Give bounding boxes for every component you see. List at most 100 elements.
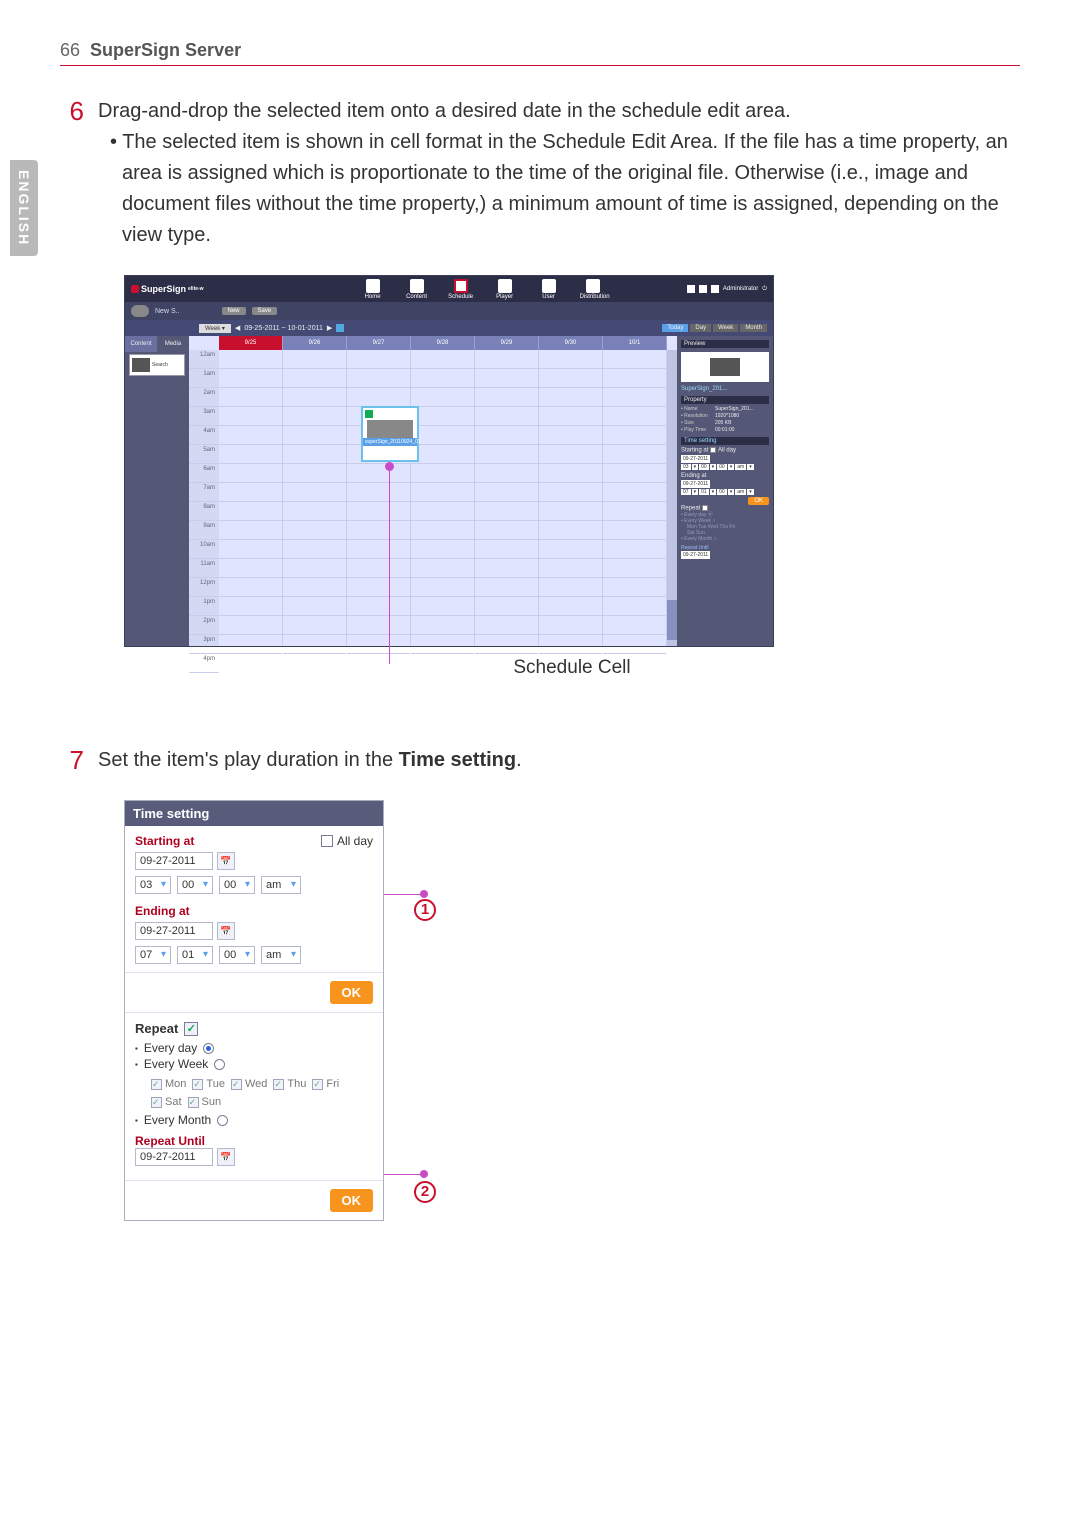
nav-distribution[interactable]: Distribution <box>580 279 606 300</box>
tab-content[interactable]: Content <box>125 336 157 352</box>
panel-header: Time setting <box>125 801 383 826</box>
allday-checkbox[interactable] <box>321 835 333 847</box>
time-axis: 12am1am2am 3am4am5am 6am7am8am 9am10am11… <box>189 350 219 646</box>
repeat-label: Repeat <box>135 1021 178 1036</box>
start-hour-select[interactable]: 03▾ <box>135 876 171 894</box>
end-sec-select[interactable]: 00▾ <box>219 946 255 964</box>
start-date-input[interactable]: 09-27-2011 <box>681 455 710 463</box>
chevron-down-icon: ▾ <box>245 879 250 891</box>
repeat-checkbox[interactable] <box>702 505 708 511</box>
calendar-icon[interactable] <box>336 324 344 332</box>
day-mon-checkbox[interactable]: ✓ <box>151 1079 162 1090</box>
logout-icon[interactable]: ⏻ <box>762 286 767 293</box>
step-text: Drag-and-drop the selected item onto a d… <box>98 96 1020 127</box>
step-text-bold: Time setting <box>399 749 516 771</box>
today-button[interactable]: Today <box>662 324 688 332</box>
thumbnail-icon <box>132 358 150 372</box>
everymonth-radio[interactable] <box>217 1115 228 1126</box>
nav-content[interactable]: Content <box>404 279 430 300</box>
calendar-icon[interactable]: 📅 <box>217 852 235 870</box>
settings-icon[interactable] <box>711 285 719 293</box>
allday-label: All day <box>337 834 373 848</box>
scrollbar[interactable] <box>667 350 677 646</box>
preview-name: SuperSign_201... <box>681 386 769 392</box>
cell-thumbnail <box>367 420 413 438</box>
nav-player[interactable]: Player <box>492 279 518 300</box>
end-hour-select[interactable]: 07▾ <box>135 946 171 964</box>
nav-schedule[interactable]: Schedule <box>448 279 474 300</box>
property-header: Property <box>681 396 769 404</box>
view-icon[interactable] <box>687 285 695 293</box>
day-button[interactable]: Day <box>690 324 711 332</box>
chevron-down-icon: ▾ <box>161 949 166 961</box>
tools-icon[interactable] <box>699 285 707 293</box>
chevron-down-icon: ▾ <box>161 879 166 891</box>
schedule-grid[interactable]: 9/259/26 9/279/28 9/299/30 10/1 superSig… <box>219 350 667 646</box>
ok-button[interactable]: OK <box>330 981 374 1004</box>
chevron-down-icon: ▾ <box>245 949 250 961</box>
day-sat-checkbox[interactable]: ✓ <box>151 1097 162 1108</box>
start-sec-select[interactable]: 00▾ <box>219 876 255 894</box>
start-time-select[interactable]: 03▾00▾00▾am▾ <box>681 464 754 470</box>
start-date-input[interactable]: 09-27-2011 <box>135 852 213 870</box>
repeat-until-date[interactable]: 09-27-2011 <box>135 1148 213 1166</box>
cell-label: superSign_20110924_01 <box>363 438 417 446</box>
calendar-icon[interactable]: 📅 <box>217 922 235 940</box>
week-button[interactable]: Week <box>713 324 738 332</box>
everyday-radio[interactable] <box>203 1043 214 1054</box>
step-6: 6 Drag-and-drop the selected item onto a… <box>60 96 1020 251</box>
end-ampm-select[interactable]: am▾ <box>261 946 301 964</box>
date-range: 09-25-2011 ~ 10-01-2011 <box>244 325 323 332</box>
next-icon[interactable]: ▶ <box>327 324 332 332</box>
chevron-down-icon: ▾ <box>203 879 208 891</box>
page-title: SuperSign Server <box>90 40 241 61</box>
schedule-cell[interactable]: superSign_20110924_01 <box>361 406 419 462</box>
end-date-input[interactable]: 09-27-2011 <box>681 480 710 488</box>
screenshot-caption: Schedule Cell <box>124 657 1020 679</box>
nav-home[interactable]: Home <box>360 279 386 300</box>
day-thu-checkbox[interactable]: ✓ <box>273 1079 284 1090</box>
step-number: 7 <box>60 745 84 776</box>
month-button[interactable]: Month <box>740 324 767 332</box>
content-item[interactable]: Search <box>129 354 185 376</box>
repeat-until-label: Repeat Until <box>135 1134 373 1148</box>
callout-line <box>389 464 390 664</box>
repeat-checkbox[interactable]: ✓ <box>184 1022 198 1036</box>
start-ampm-select[interactable]: am▾ <box>261 876 301 894</box>
end-min-select[interactable]: 01▾ <box>177 946 213 964</box>
end-time-select[interactable]: 07▾01▾00▾am▾ <box>681 489 754 495</box>
time-setting-panel: Time setting Starting at All day 09-27-2… <box>124 800 384 1221</box>
save-button[interactable]: Save <box>252 307 278 315</box>
view-dropdown[interactable]: Week ▾ <box>199 324 231 333</box>
new-button[interactable]: New <box>222 307 246 315</box>
schedule-editor-screenshot: SuperSignelite-w Home Content Schedule P… <box>124 275 774 647</box>
day-wed-checkbox[interactable]: ✓ <box>231 1079 242 1090</box>
everyday-label: Every day <box>144 1041 197 1055</box>
nav-user[interactable]: User <box>536 279 562 300</box>
day-sun-checkbox[interactable]: ✓ <box>188 1097 199 1108</box>
preview-image <box>681 352 769 382</box>
allday-checkbox[interactable] <box>710 447 716 453</box>
everyweek-label: Every Week <box>144 1057 208 1071</box>
chevron-down-icon: ▾ <box>203 949 208 961</box>
calendar-icon[interactable]: 📅 <box>217 1148 235 1166</box>
callout-1: 1 <box>414 899 436 921</box>
page-number: 66 <box>60 40 80 61</box>
schedule-icon <box>454 279 468 293</box>
end-date-input[interactable]: 09-27-2011 <box>135 922 213 940</box>
ok-button-2[interactable]: OK <box>330 1189 374 1212</box>
ok-button[interactable]: OK <box>748 497 769 505</box>
tab-media[interactable]: Media <box>157 336 189 352</box>
page-header: 66 SuperSign Server <box>60 40 1020 66</box>
timesetting-header: Time setting <box>681 437 769 445</box>
start-min-select[interactable]: 00▾ <box>177 876 213 894</box>
step-text: Set the item's play duration in the <box>98 749 399 771</box>
everyweek-radio[interactable] <box>214 1059 225 1070</box>
back-icon[interactable] <box>131 305 149 317</box>
prev-icon[interactable]: ◀ <box>235 324 240 332</box>
day-tue-checkbox[interactable]: ✓ <box>192 1079 203 1090</box>
day-fri-checkbox[interactable]: ✓ <box>312 1079 323 1090</box>
repeat-until-date[interactable]: 09-27-2011 <box>681 551 710 559</box>
step-7: 7 Set the item's play duration in the Ti… <box>60 745 1020 776</box>
step-number: 6 <box>60 96 84 251</box>
